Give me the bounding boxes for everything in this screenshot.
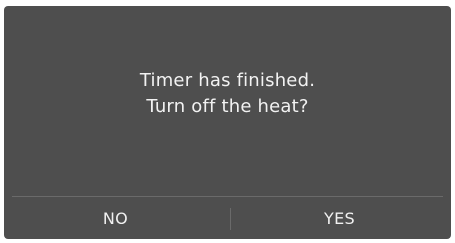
yes-button[interactable]: YES (228, 198, 451, 239)
button-row-divider (12, 196, 443, 197)
screen: Timer has finished. Turn off the heat? N… (0, 0, 455, 243)
dialog-message-line-1: Timer has finished. (139, 70, 316, 91)
dialog-message-line-2: Turn off the heat? (146, 96, 309, 117)
timer-finished-dialog: Timer has finished. Turn off the heat? N… (4, 6, 451, 239)
dialog-message: Timer has finished. Turn off the heat? (4, 68, 451, 120)
no-button[interactable]: NO (4, 198, 227, 239)
